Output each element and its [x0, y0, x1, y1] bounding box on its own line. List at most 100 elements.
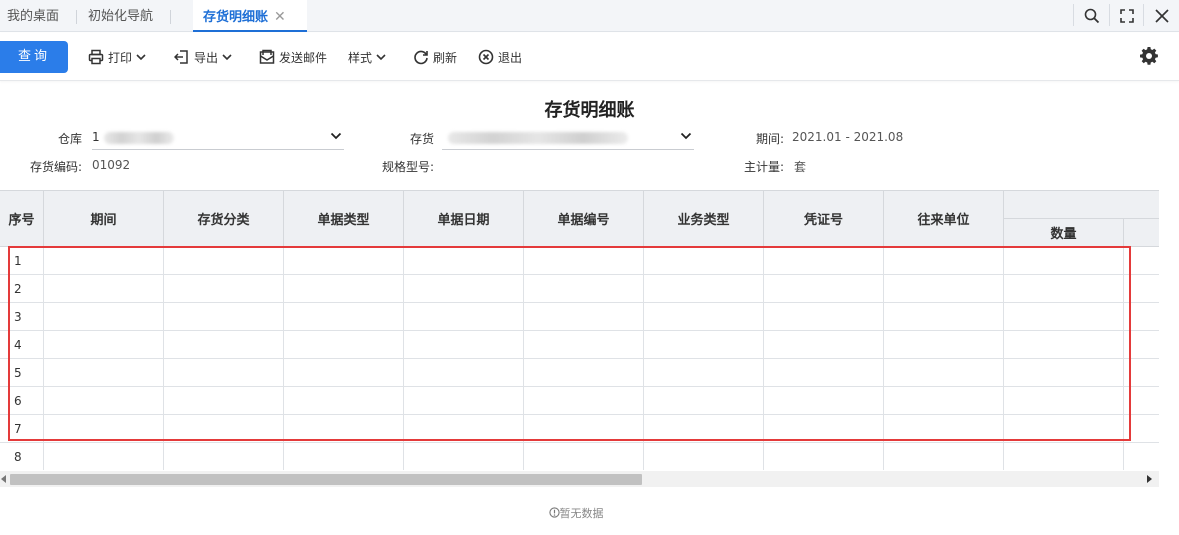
table-cell[interactable] — [524, 415, 644, 443]
row-number-cell[interactable]: 2 — [0, 275, 44, 303]
scroll-thumb[interactable] — [10, 474, 642, 485]
table-cell[interactable] — [644, 247, 764, 275]
gear-icon[interactable] — [1139, 46, 1161, 68]
tab-init-nav[interactable]: 初始化导航 — [88, 0, 153, 32]
table-cell[interactable] — [764, 275, 884, 303]
column-header[interactable]: 数量 — [1004, 219, 1124, 247]
table-cell[interactable] — [644, 387, 764, 415]
table-cell[interactable] — [764, 303, 884, 331]
table-cell[interactable] — [44, 415, 164, 443]
column-header[interactable]: 期间 — [44, 191, 164, 247]
table-cell[interactable] — [644, 443, 764, 470]
close-window-icon[interactable] — [1151, 5, 1173, 27]
column-header[interactable]: 存货分类 — [164, 191, 284, 247]
table-cell[interactable] — [524, 247, 644, 275]
row-number-cell[interactable]: 1 — [0, 247, 44, 275]
column-header[interactable]: 单据类型 — [284, 191, 404, 247]
table-cell[interactable] — [764, 331, 884, 359]
table-cell[interactable] — [44, 387, 164, 415]
table-cell[interactable] — [524, 303, 644, 331]
table-cell[interactable] — [404, 415, 524, 443]
table-cell[interactable] — [524, 443, 644, 470]
column-header[interactable] — [1124, 219, 1159, 247]
table-cell[interactable] — [284, 387, 404, 415]
refresh-button[interactable]: 刷新 — [413, 47, 457, 67]
table-cell[interactable] — [644, 275, 764, 303]
table-cell[interactable] — [1004, 387, 1124, 415]
table-cell[interactable] — [44, 247, 164, 275]
table-cell[interactable] — [1124, 303, 1159, 331]
column-header[interactable]: 往来单位 — [884, 191, 1004, 247]
table-cell[interactable] — [284, 247, 404, 275]
table-cell[interactable] — [644, 415, 764, 443]
table-cell[interactable] — [1004, 303, 1124, 331]
table-cell[interactable] — [404, 275, 524, 303]
table-cell[interactable] — [404, 443, 524, 470]
scroll-right-arrow[interactable] — [1147, 475, 1152, 483]
table-cell[interactable] — [884, 387, 1004, 415]
table-cell[interactable] — [1004, 359, 1124, 387]
table-cell[interactable] — [164, 275, 284, 303]
table-cell[interactable] — [524, 359, 644, 387]
column-header[interactable]: 序号 — [0, 191, 44, 247]
table-cell[interactable] — [44, 275, 164, 303]
table-cell[interactable] — [284, 331, 404, 359]
table-cell[interactable] — [164, 415, 284, 443]
table-cell[interactable] — [1124, 387, 1159, 415]
table-cell[interactable] — [1124, 275, 1159, 303]
table-cell[interactable] — [884, 247, 1004, 275]
table-cell[interactable] — [164, 387, 284, 415]
row-number-cell[interactable]: 4 — [0, 331, 44, 359]
inventory-select[interactable] — [442, 128, 694, 150]
tab-my-desktop[interactable]: 我的桌面 — [7, 0, 59, 32]
table-cell[interactable] — [524, 387, 644, 415]
table-cell[interactable] — [1004, 415, 1124, 443]
table-cell[interactable] — [764, 443, 884, 470]
close-icon[interactable]: ✕ — [274, 9, 286, 25]
tab-inventory-ledger[interactable]: 存货明细账 ✕ — [193, 0, 307, 32]
table-cell[interactable] — [164, 303, 284, 331]
table-cell[interactable] — [44, 359, 164, 387]
table-cell[interactable] — [764, 359, 884, 387]
fullscreen-icon[interactable] — [1116, 5, 1138, 27]
table-cell[interactable] — [284, 415, 404, 443]
table-cell[interactable] — [764, 247, 884, 275]
query-button[interactable]: 查询 — [0, 41, 68, 73]
table-cell[interactable] — [44, 331, 164, 359]
table-cell[interactable] — [884, 275, 1004, 303]
column-header[interactable]: 单据日期 — [404, 191, 524, 247]
table-cell[interactable] — [1124, 247, 1159, 275]
style-button[interactable]: 样式 — [348, 47, 386, 67]
table-cell[interactable] — [884, 415, 1004, 443]
column-header[interactable]: 业务类型 — [644, 191, 764, 247]
table-cell[interactable] — [284, 359, 404, 387]
row-number-cell[interactable]: 3 — [0, 303, 44, 331]
table-cell[interactable] — [884, 303, 1004, 331]
table-cell[interactable] — [1124, 331, 1159, 359]
table-cell[interactable] — [644, 331, 764, 359]
column-header[interactable]: 凭证号 — [764, 191, 884, 247]
table-cell[interactable] — [644, 359, 764, 387]
table-cell[interactable] — [1124, 359, 1159, 387]
table-cell[interactable] — [884, 443, 1004, 470]
row-number-cell[interactable]: 5 — [0, 359, 44, 387]
table-cell[interactable] — [44, 303, 164, 331]
table-cell[interactable] — [284, 275, 404, 303]
table-cell[interactable] — [884, 331, 1004, 359]
horizontal-scrollbar[interactable] — [0, 471, 1159, 487]
table-cell[interactable] — [284, 303, 404, 331]
table-cell[interactable] — [164, 359, 284, 387]
table-cell[interactable] — [764, 387, 884, 415]
exit-button[interactable]: 退出 — [478, 47, 522, 67]
table-cell[interactable] — [44, 443, 164, 470]
send-email-button[interactable]: 发送邮件 — [259, 47, 327, 67]
table-cell[interactable] — [404, 387, 524, 415]
table-cell[interactable] — [644, 303, 764, 331]
table-cell[interactable] — [1004, 331, 1124, 359]
table-cell[interactable] — [164, 247, 284, 275]
table-cell[interactable] — [164, 443, 284, 470]
table-cell[interactable] — [284, 443, 404, 470]
table-cell[interactable] — [1004, 443, 1124, 470]
table-cell[interactable] — [1124, 415, 1159, 443]
row-number-cell[interactable]: 6 — [0, 387, 44, 415]
